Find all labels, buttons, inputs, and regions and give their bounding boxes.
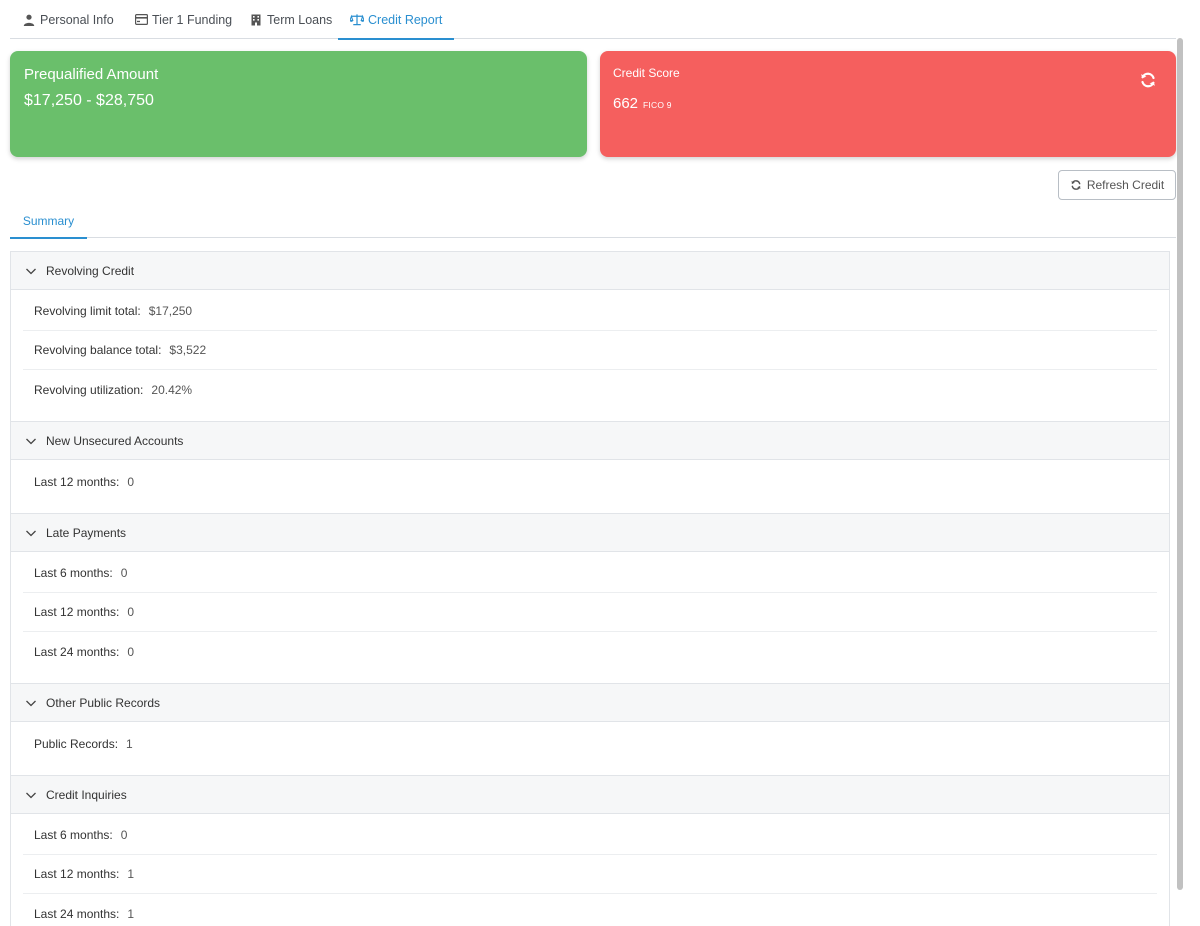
section-body-credit-inquiries: Last 6 months: 0 Last 12 months: 1 Last 24… [11,814,1169,926]
section-header-late-payments[interactable]: Late Payments [11,514,1169,552]
prequalified-amount-card: Prequalified Amount $17,250 - $28,750 [10,51,587,157]
credit-card-icon [134,13,148,27]
row-value: 0 [120,566,128,580]
section-body-new-unsecured-accounts: Last 12 months: 0 [11,460,1169,514]
building-icon [249,13,263,27]
chevron-down-icon [25,435,37,447]
chevron-down-icon [25,265,37,277]
vertical-scrollbar[interactable] [1176,38,1184,926]
refresh-icon [1071,180,1081,190]
row-label: Last 12 months: [34,867,120,881]
row-value: 1 [127,867,135,881]
tab-label: Credit Report [368,12,443,27]
row-value: 0 [127,474,135,489]
section-title: Late Payments [46,525,127,540]
list-item: Last 6 months: 0 [23,816,1157,855]
refresh-credit-button[interactable]: Refresh Credit [1058,170,1176,200]
row-label: Last 12 months: [34,605,120,619]
scrollbar-thumb[interactable] [1177,38,1183,890]
credit-summary-accordion: Revolving Credit Revolving limit total: $… [10,251,1170,926]
list-item: Revolving balance total: $3,522 [23,331,1157,370]
section-body-late-payments: Last 6 months: 0 Last 12 months: 0 Last 24… [11,552,1169,684]
tab-personal-info[interactable]: Personal Info [22,0,114,39]
credit-score-type: FICO 9 [643,100,672,110]
section-title: Credit Inquiries [46,787,127,802]
tab-term-loans[interactable]: Term Loans [249,0,332,39]
chevron-down-icon [25,697,37,709]
chevron-down-icon [25,527,37,539]
list-item: Last 24 months: 0 [23,632,1157,671]
list-item: Revolving limit total: $17,250 [23,292,1157,331]
section-header-credit-inquiries[interactable]: Credit Inquiries [11,776,1169,814]
row-value: $3,522 [169,343,207,357]
section-header-new-unsecured-accounts[interactable]: New Unsecured Accounts [11,422,1169,460]
section-header-other-public-records[interactable]: Other Public Records [11,684,1169,722]
row-label: Revolving utilization: [34,382,144,397]
refresh-icon[interactable] [1139,71,1157,89]
row-label: Revolving limit total: [34,304,141,318]
section-title: Revolving Credit [46,263,135,278]
tab-credit-report[interactable]: Credit Report [337,0,455,40]
row-label: Last 12 months: [34,474,120,489]
tab-label: Term Loans [267,12,333,27]
sub-tab-bar: Summary [10,203,1176,239]
list-item: Last 12 months: 0 [23,593,1157,632]
section-header-revolving-credit[interactable]: Revolving Credit [11,252,1169,290]
top-tab-bar: Personal Info Tier 1 Funding Term Loans … [10,0,1176,40]
section-body-other-public-records: Public Records: 1 [11,722,1169,776]
row-label: Revolving balance total: [34,343,162,357]
row-label: Last 24 months: [34,644,120,659]
section-title: New Unsecured Accounts [46,433,184,448]
tab-summary[interactable]: Summary [10,203,87,239]
tab-tier-1-funding[interactable]: Tier 1 Funding [134,0,232,39]
list-item: Last 12 months: 0 [23,462,1157,501]
row-value: 0 [127,605,135,619]
chevron-down-icon [25,789,37,801]
list-item: Revolving utilization: 20.42% [23,370,1157,409]
row-value: 1 [126,736,133,751]
row-value: $17,250 [148,304,193,318]
row-label: Last 6 months: [34,828,113,842]
person-icon [22,13,36,27]
credit-score-value-group: 662 FICO 9 [613,95,672,112]
row-label: Last 24 months: [34,906,120,921]
scales-icon [350,13,364,27]
refresh-credit-label: Refresh Credit [1086,178,1165,192]
section-body-revolving-credit: Revolving limit total: $17,250 Revolving … [11,290,1169,422]
list-item: Last 24 months: 1 [23,894,1157,926]
row-label: Public Records: [34,736,119,751]
section-title: Other Public Records [46,695,161,710]
list-item: Last 12 months: 1 [23,855,1157,894]
tab-label: Tier 1 Funding [152,12,233,27]
tab-label: Personal Info [40,12,114,27]
row-value: 0 [120,828,128,842]
prequalified-title: Prequalified Amount [24,66,159,83]
prequalified-amount: $17,250 - $28,750 [24,92,154,109]
row-value: 20.42% [151,382,193,397]
row-value: 0 [127,644,135,659]
list-item: Last 6 months: 0 [23,554,1157,593]
row-label: Last 6 months: [34,566,113,580]
credit-score-title: Credit Score [613,66,680,80]
credit-score-card: Credit Score 662 FICO 9 [600,51,1176,157]
row-value: 1 [127,906,135,921]
credit-score-value: 662 [613,95,639,112]
list-item: Public Records: 1 [23,724,1157,763]
